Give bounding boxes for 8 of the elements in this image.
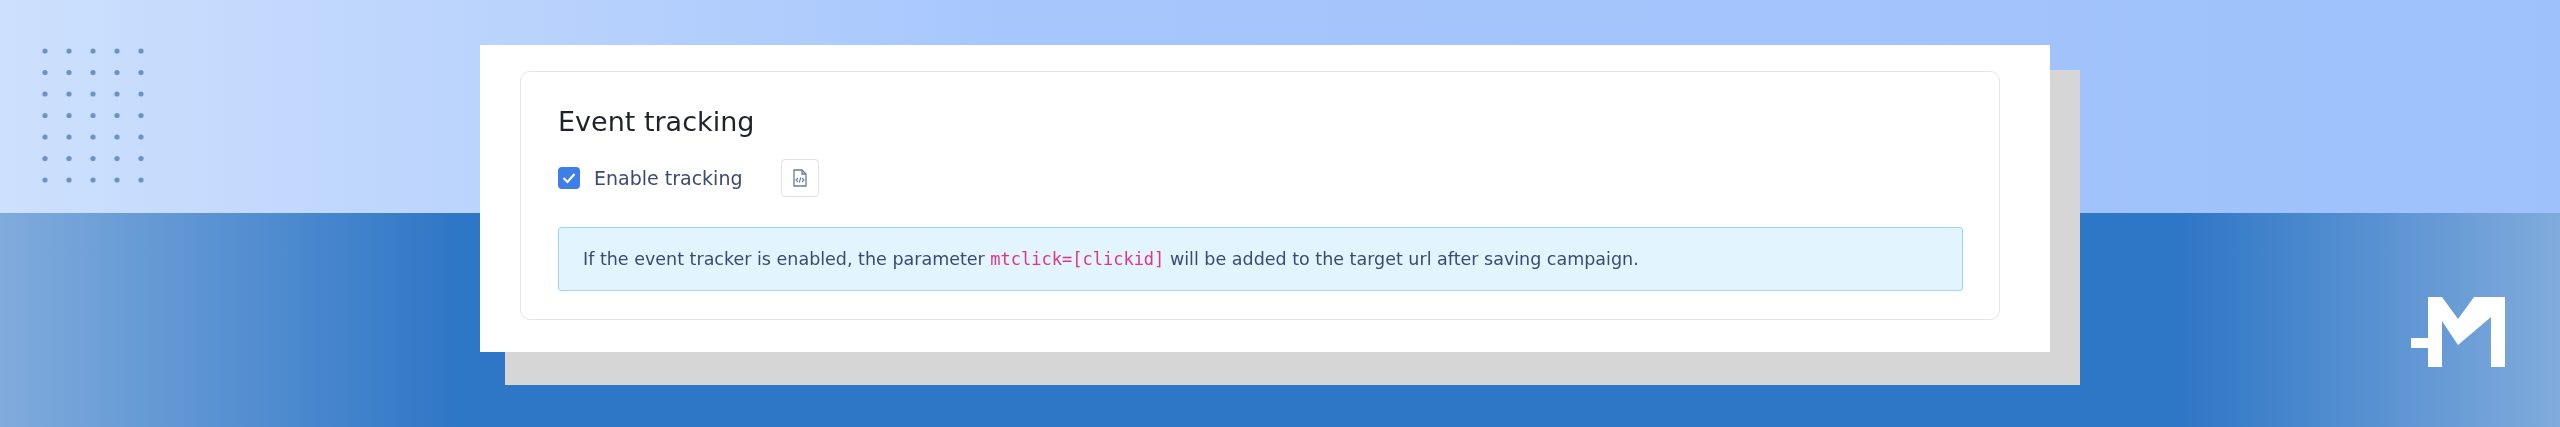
section-title: Event tracking (558, 106, 756, 137)
parameter-code: mtclick=[clickid] (990, 249, 1165, 269)
checkbox-label[interactable]: Enable tracking (594, 167, 743, 189)
checkbox[interactable] (558, 167, 580, 189)
info-text: If the event tracker is enabled, the parameter mtclick=[clickid] will be added to the target url after saving campaign. (583, 249, 1639, 269)
code-file-button[interactable] (780, 159, 819, 197)
code-file-icon (791, 169, 808, 187)
check-icon (562, 172, 576, 184)
